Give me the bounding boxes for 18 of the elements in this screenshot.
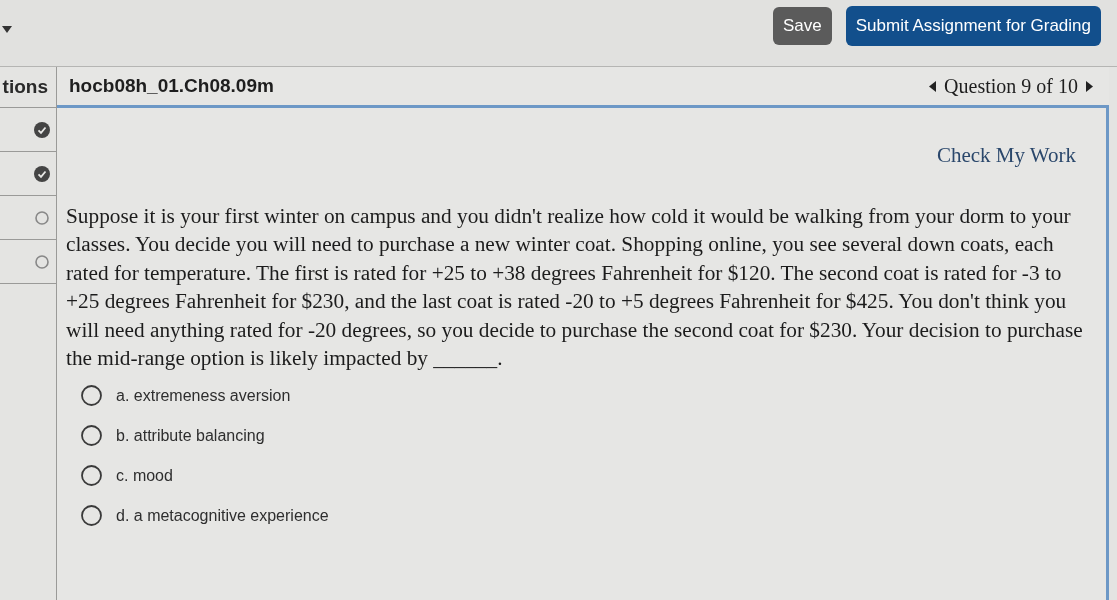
caret-left-icon[interactable]	[929, 80, 937, 92]
question-text: Suppose it is your first winter on campus and you didn't realize how cold it would be walking from your dorm to your classes. You decide you will need to purchase a new winter coat. Shopping online, you see several down coats, each rated for temperature. The first is rated for +25 to +38 degrees Fahrenheit for $120. The second coat is rated for -3 to +25 degrees Fahrenheit for $230, and the last coat is rated -20 to +5 degrees Fahrenheit for $425. You don't think you will need anything rated for -20 degrees, so you decide to purchase the second coat for $230. Your decision to purchase the mid-range option is likely impacted by ______.	[65, 202, 1084, 372]
check-my-work-link[interactable]: Check My Work	[936, 140, 1076, 172]
caret-right-icon[interactable]	[1086, 80, 1093, 92]
radio-button[interactable]	[81, 505, 102, 526]
radio-button[interactable]	[81, 385, 102, 406]
sidebar-header: tions	[2, 74, 48, 99]
radio-button[interactable]	[81, 425, 102, 446]
option-label: c. mood	[116, 465, 173, 486]
submit-button[interactable]: Submit Assignment for Grading	[845, 6, 1101, 46]
assignment-title: hocb08h_01.Ch08.09m	[69, 73, 274, 98]
option-label: d. a metacognitive experience	[116, 505, 329, 526]
question-counter: Question 9 of 10	[944, 74, 1078, 99]
option-label: b. attribute balancing	[116, 425, 265, 446]
caret-down-icon[interactable]	[2, 26, 12, 33]
radio-button[interactable]	[81, 465, 102, 486]
option-label: a. extremeness aversion	[116, 385, 291, 406]
save-button[interactable]: Save	[772, 7, 832, 45]
